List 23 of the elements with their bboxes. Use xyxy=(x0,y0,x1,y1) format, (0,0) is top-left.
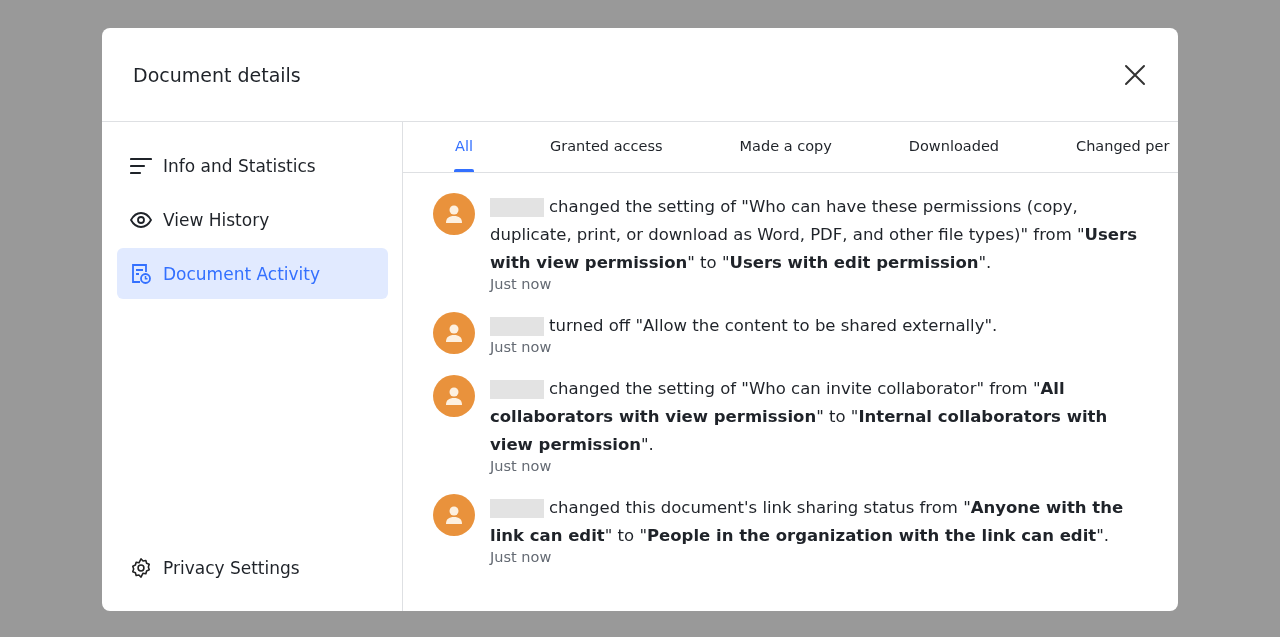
dialog-title: Document details xyxy=(133,63,301,86)
settings-icon xyxy=(130,556,152,579)
sidebar-item[interactable]: Document Activity xyxy=(117,248,388,299)
avatar xyxy=(433,494,475,536)
avatar xyxy=(433,312,475,354)
close-icon[interactable] xyxy=(1124,63,1146,86)
avatar xyxy=(433,375,475,417)
sidebar-item[interactable]: Info and Statistics xyxy=(117,140,388,191)
filter-tab[interactable]: Downloaded xyxy=(908,122,999,172)
lines-icon xyxy=(130,156,152,175)
avatar xyxy=(433,193,475,235)
filter-tab[interactable]: Made a copy xyxy=(739,122,832,172)
timestamp: Just now xyxy=(490,457,553,476)
filter-tab[interactable]: All xyxy=(455,122,473,172)
eye-icon xyxy=(130,211,152,228)
document-clock-icon xyxy=(130,262,152,285)
timestamp: Just now xyxy=(490,548,553,567)
privacy-settings-link[interactable]: Privacy Settings xyxy=(117,542,388,593)
timestamp: Just now xyxy=(490,338,553,357)
timestamp: Just now xyxy=(490,275,553,294)
sidebar-item[interactable]: View History xyxy=(117,194,388,245)
filter-tab[interactable]: Changed per xyxy=(1076,122,1170,172)
filter-tab[interactable]: Granted access xyxy=(550,122,663,172)
